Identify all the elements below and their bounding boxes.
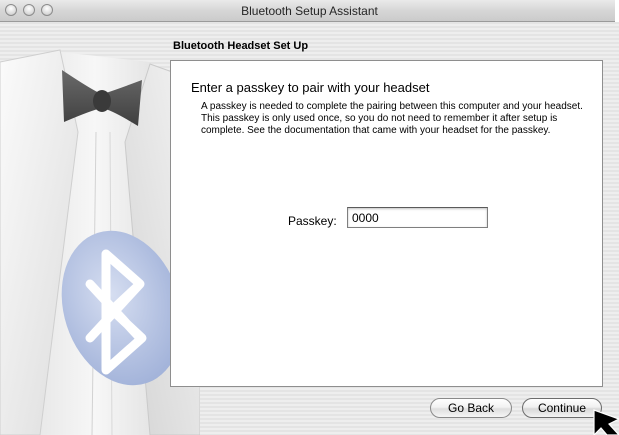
passkey-input[interactable] [347,207,488,228]
passkey-prompt: Enter a passkey to pair with your headse… [191,80,430,95]
content-panel: Enter a passkey to pair with your headse… [170,60,603,387]
title-bar[interactable]: Bluetooth Setup Assistant [0,0,619,22]
continue-button[interactable]: Continue [522,398,602,418]
go-back-button[interactable]: Go Back [430,398,512,418]
titlebar-edge [615,0,619,22]
arrow-cursor-icon [593,409,619,435]
window-title: Bluetooth Setup Assistant [241,4,378,18]
setup-assistant-window: Bluetooth Setup Assistant Bluetooth Head… [0,0,619,435]
section-heading: Bluetooth Headset Set Up [173,40,309,52]
passkey-description: A passkey is needed to complete the pair… [201,101,583,136]
passkey-label: Passkey: [288,214,337,228]
